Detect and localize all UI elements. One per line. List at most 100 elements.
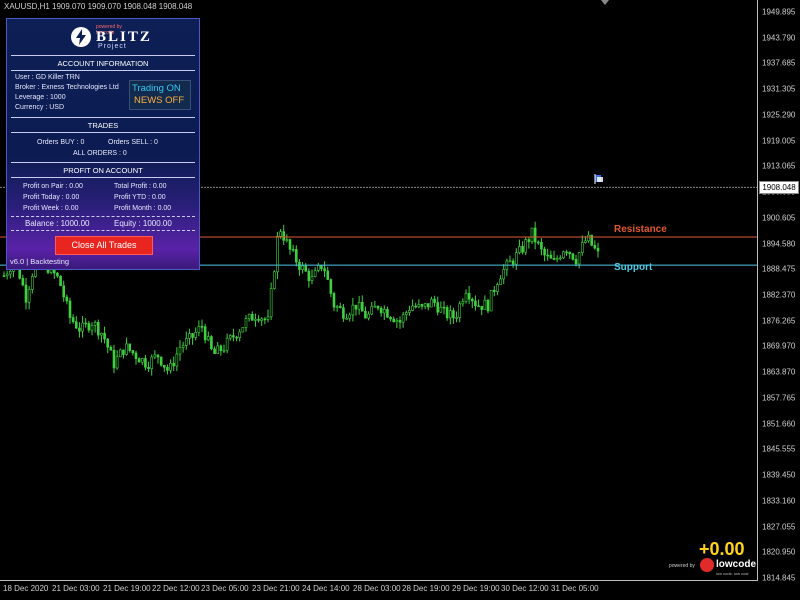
candle-body [521, 246, 524, 253]
dashed-divider [11, 216, 195, 217]
candle-body [282, 231, 286, 241]
price-tick: 1949.895 [762, 7, 796, 17]
candle-body [298, 261, 301, 270]
candle-body [533, 227, 537, 243]
price-tick: 1814.845 [762, 573, 796, 583]
profit-today: Profit Today : 0.00 [23, 194, 80, 201]
blitz-info-panel[interactable]: powered by lowcode BLITZ Project ACCOUNT… [6, 18, 200, 270]
candle-body [398, 320, 402, 323]
candle-body [549, 254, 553, 259]
candle-body [455, 317, 458, 319]
close-all-trades-button[interactable]: Close All Trades [55, 236, 153, 255]
candle-body [140, 358, 144, 363]
price-tick: 1925.290 [762, 110, 796, 120]
price-tick: 1833.160 [762, 496, 796, 506]
chart-shift-marker-icon[interactable] [601, 0, 609, 5]
candle-body [112, 349, 116, 369]
candle-body [389, 316, 392, 320]
profit-ytd: Profit YTD : 0.00 [114, 194, 166, 201]
divider [11, 162, 195, 163]
candle-body [219, 345, 223, 351]
divider [11, 132, 195, 133]
candle-body [445, 307, 449, 319]
price-tick: 1820.950 [762, 547, 796, 557]
all-orders: ALL ORDERS : 0 [73, 150, 127, 157]
candle-body [360, 302, 364, 312]
candle-body [285, 239, 289, 241]
candle-body [144, 358, 147, 368]
candle-body [489, 289, 493, 312]
candle-body [483, 299, 487, 310]
dashed-divider [11, 230, 195, 231]
candle-body [492, 289, 496, 292]
candle-body [304, 265, 308, 272]
candle-body [197, 326, 201, 333]
candle-body [260, 318, 264, 321]
candle-body [480, 305, 484, 310]
candle-body [266, 316, 270, 320]
candle-body [458, 303, 462, 318]
candle-body [596, 247, 600, 252]
candle-body [225, 337, 229, 351]
candle-body [367, 313, 370, 319]
time-tick: 18 Dec 2020 [3, 584, 49, 593]
candle-body [2, 275, 6, 277]
candle-body [184, 338, 188, 346]
divider [11, 70, 195, 71]
time-tick: 28 Dec 03:00 [353, 584, 401, 593]
profit-title: PROFIT ON ACCOUNT [63, 166, 143, 175]
candle-body [558, 257, 562, 260]
chart-window[interactable]: XAUUSD,H1 1909.070 1909.070 1908.048 190… [0, 0, 800, 600]
candle-body [81, 322, 84, 332]
candle-body [30, 276, 34, 290]
candle-body [106, 338, 110, 348]
trade-flag-icon[interactable] [594, 174, 604, 184]
price-tick: 1931.305 [762, 84, 796, 94]
time-tick: 22 Dec 12:00 [152, 584, 200, 593]
candle-body [518, 246, 521, 253]
candle-body [232, 335, 235, 338]
price-tick: 1888.475 [762, 264, 796, 274]
profit-week: Profit Week : 0.00 [23, 205, 79, 212]
candle-body [404, 312, 408, 316]
candle-body [213, 348, 216, 354]
candle-body [392, 318, 396, 323]
powered-by-text: powered by [669, 563, 695, 569]
candle-body [150, 356, 154, 369]
candle-body [574, 259, 578, 265]
candle-body [486, 299, 490, 312]
candle-body [348, 314, 352, 319]
divider [11, 55, 195, 56]
candle-body [552, 257, 556, 260]
price-tick: 1857.765 [762, 393, 796, 403]
time-tick: 21 Dec 19:00 [103, 584, 151, 593]
status-box: Trading ON NEWS OFF [129, 80, 191, 110]
candle-body [172, 362, 176, 367]
candle-body [59, 275, 62, 287]
logo-sub: Project [98, 43, 127, 50]
candle-body [351, 304, 355, 316]
candle-body [188, 333, 191, 339]
candle-body [115, 356, 119, 369]
candle-body [291, 249, 295, 251]
candle-body [395, 320, 399, 323]
candle-body [109, 346, 113, 351]
profit-display: +0.00 [699, 539, 745, 559]
trades-title: TRADES [87, 121, 119, 130]
candle-body [335, 306, 339, 308]
candle-body [316, 265, 320, 271]
blitz-logo: powered by lowcode BLITZ Project [71, 24, 150, 51]
candle-body [178, 347, 182, 355]
resistance-label: Resistance [614, 224, 667, 235]
candle-body [241, 327, 245, 333]
total-profit: Total Profit : 0.00 [114, 183, 167, 190]
candle-body [580, 242, 584, 254]
account-info-title: ACCOUNT INFORMATION [57, 59, 149, 68]
candle-body [430, 298, 433, 308]
candle-body [238, 331, 242, 338]
candle-body [546, 254, 550, 257]
candle-body [5, 273, 9, 277]
price-tick: 1863.870 [762, 367, 796, 377]
price-tick: 1900.605 [762, 213, 796, 223]
candle-body [354, 304, 358, 310]
